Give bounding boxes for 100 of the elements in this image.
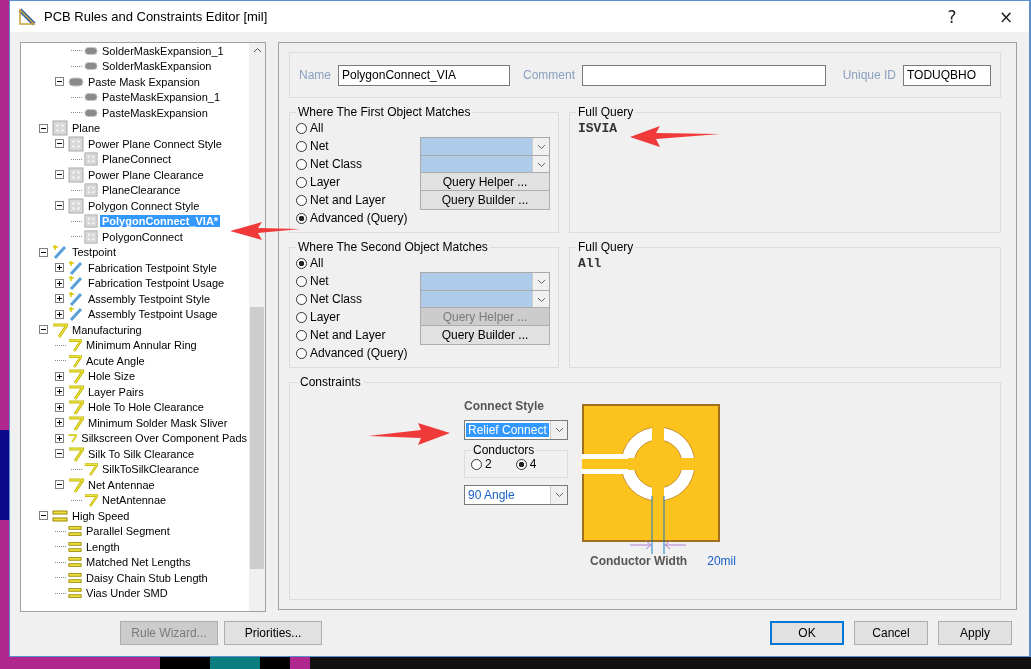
tree-item[interactable]: PasteMaskExpansion_1 bbox=[100, 91, 222, 104]
tree-item[interactable]: Polygon Connect Style bbox=[86, 199, 202, 212]
tree-item[interactable]: Silkscreen Over Component Pads bbox=[79, 432, 249, 445]
tree-item[interactable]: Manufacturing bbox=[70, 323, 144, 336]
collapse-icon[interactable] bbox=[39, 123, 48, 133]
tree-item[interactable]: Silk To Silk Clearance bbox=[86, 447, 197, 460]
tree-item[interactable]: PlaneClearance bbox=[100, 184, 183, 197]
tree-item[interactable]: Assembly Testpoint Usage bbox=[86, 308, 220, 321]
radio-button[interactable] bbox=[515, 458, 527, 470]
option-label[interactable]: Net and Layer bbox=[310, 193, 386, 207]
tree-item[interactable]: Acute Angle bbox=[84, 354, 147, 367]
collapse-icon[interactable] bbox=[39, 511, 48, 521]
tree-item[interactable]: Assembly Testpoint Style bbox=[86, 292, 213, 305]
caret-icon bbox=[550, 421, 567, 439]
option-label[interactable]: All bbox=[310, 256, 324, 270]
tree-item[interactable]: SolderMaskExpansion bbox=[100, 60, 214, 73]
radio-button[interactable] bbox=[296, 311, 307, 323]
tree-item[interactable]: Minimum Solder Mask Sliver bbox=[86, 416, 230, 429]
tree-item[interactable]: Minimum Annular Ring bbox=[84, 339, 199, 352]
tree-item[interactable]: PolygonConnect bbox=[100, 230, 185, 243]
radio-button[interactable] bbox=[296, 275, 307, 287]
option-label[interactable]: Advanced (Query) bbox=[310, 346, 408, 360]
tree-item[interactable]: Hole To Hole Clearance bbox=[86, 401, 206, 414]
collapse-icon[interactable] bbox=[55, 449, 64, 459]
collapse-icon[interactable] bbox=[55, 170, 64, 180]
tree-item[interactable]: SolderMaskExpansion_1 bbox=[100, 44, 226, 57]
comment-field[interactable] bbox=[582, 64, 826, 86]
radio-button[interactable] bbox=[296, 293, 307, 305]
tree-item[interactable]: Net Antennae bbox=[86, 478, 157, 491]
tree-item[interactable]: High Speed bbox=[70, 509, 132, 522]
tree-item[interactable]: Length bbox=[84, 540, 122, 553]
tree-item[interactable]: Testpoint bbox=[70, 246, 119, 259]
radio-button[interactable] bbox=[296, 347, 307, 359]
unique-id-field[interactable]: TODUQBHO bbox=[903, 64, 991, 86]
dialog-button[interactable]: Priorities... bbox=[224, 621, 322, 645]
tree-item[interactable]: Power Plane Connect Style bbox=[86, 137, 224, 150]
tree-item[interactable]: Power Plane Clearance bbox=[86, 168, 206, 181]
radio-button[interactable] bbox=[296, 194, 307, 206]
tree-item[interactable]: NetAntennae bbox=[100, 494, 169, 507]
radio-button[interactable] bbox=[296, 158, 307, 170]
dialog-button[interactable]: OK bbox=[770, 621, 844, 645]
radio-button[interactable] bbox=[471, 458, 482, 470]
option-label[interactable]: Layer bbox=[310, 175, 341, 189]
expand-icon[interactable] bbox=[55, 433, 64, 443]
collapse-icon[interactable] bbox=[55, 77, 64, 87]
tree-item[interactable]: SilkToSilkClearance bbox=[100, 463, 202, 476]
option-label[interactable]: Layer bbox=[310, 310, 341, 324]
dialog-button[interactable]: Apply bbox=[938, 621, 1012, 645]
query-button[interactable]: Query Builder ... bbox=[420, 190, 550, 210]
dialog-button[interactable]: Cancel bbox=[854, 621, 928, 645]
manufacturing-rule-icon bbox=[68, 368, 84, 385]
tree-item[interactable]: Fabrication Testpoint Style bbox=[86, 261, 219, 274]
expand-icon[interactable] bbox=[55, 294, 64, 304]
name-field[interactable]: PolygonConnect_VIA bbox=[338, 64, 510, 86]
expand-icon[interactable] bbox=[55, 387, 64, 397]
tree-item[interactable]: Parallel Segment bbox=[84, 525, 172, 538]
option-label[interactable]: Net Class bbox=[310, 157, 362, 171]
tree-item[interactable]: PasteMaskExpansion bbox=[100, 106, 210, 119]
query-button[interactable]: Query Builder ... bbox=[420, 325, 550, 345]
collapse-icon[interactable] bbox=[55, 480, 64, 490]
query-text: ISVIA bbox=[577, 120, 618, 138]
option-label[interactable]: 2 bbox=[485, 457, 492, 471]
radio-button[interactable] bbox=[296, 176, 307, 188]
tree-item[interactable]: Plane bbox=[70, 122, 103, 135]
group-title: Constraints bbox=[299, 375, 362, 389]
expand-icon[interactable] bbox=[55, 418, 64, 428]
radio-button[interactable] bbox=[296, 122, 307, 134]
tree-item[interactable]: Paste Mask Expansion bbox=[86, 75, 202, 88]
option-label[interactable]: Advanced (Query) bbox=[310, 211, 408, 225]
option-label[interactable]: Net Class bbox=[310, 292, 362, 306]
tree-item[interactable]: Fabrication Testpoint Usage bbox=[86, 277, 227, 290]
angle-dropdown[interactable]: 90 Angle bbox=[464, 485, 568, 505]
radio-button[interactable] bbox=[296, 329, 307, 341]
tree-item[interactable]: PlaneConnect bbox=[100, 153, 174, 166]
query-button[interactable]: Query Helper ... bbox=[420, 172, 550, 192]
expand-icon[interactable] bbox=[55, 278, 64, 288]
radio-button[interactable] bbox=[296, 257, 307, 269]
scrollbar[interactable] bbox=[249, 43, 265, 611]
collapse-icon[interactable] bbox=[55, 139, 64, 149]
expand-icon[interactable] bbox=[55, 263, 64, 273]
tree-item[interactable]: Matched Net Lengths bbox=[84, 556, 193, 569]
help-button[interactable]: ? bbox=[929, 1, 975, 32]
option-label[interactable]: Net bbox=[310, 139, 329, 153]
radio-button[interactable] bbox=[296, 212, 307, 224]
tree-item[interactable]: Vias Under SMD bbox=[84, 587, 170, 600]
tree-item[interactable]: Layer Pairs bbox=[86, 385, 146, 398]
expand-icon[interactable] bbox=[55, 371, 64, 381]
collapse-icon[interactable] bbox=[55, 201, 64, 211]
tree-item[interactable]: Hole Size bbox=[86, 370, 138, 383]
tree-item[interactable]: Daisy Chain Stub Length bbox=[84, 571, 210, 584]
option-label[interactable]: All bbox=[310, 121, 324, 135]
collapse-icon[interactable] bbox=[39, 325, 48, 335]
option-label[interactable]: Net and Layer bbox=[310, 328, 386, 342]
expand-icon[interactable] bbox=[55, 402, 64, 412]
radio-button[interactable] bbox=[296, 140, 307, 152]
collapse-icon[interactable] bbox=[39, 247, 48, 257]
close-button[interactable]: × bbox=[983, 1, 1029, 32]
option-label[interactable]: Net bbox=[310, 274, 329, 288]
option-label[interactable]: 4 bbox=[529, 457, 537, 471]
expand-icon[interactable] bbox=[55, 309, 64, 319]
